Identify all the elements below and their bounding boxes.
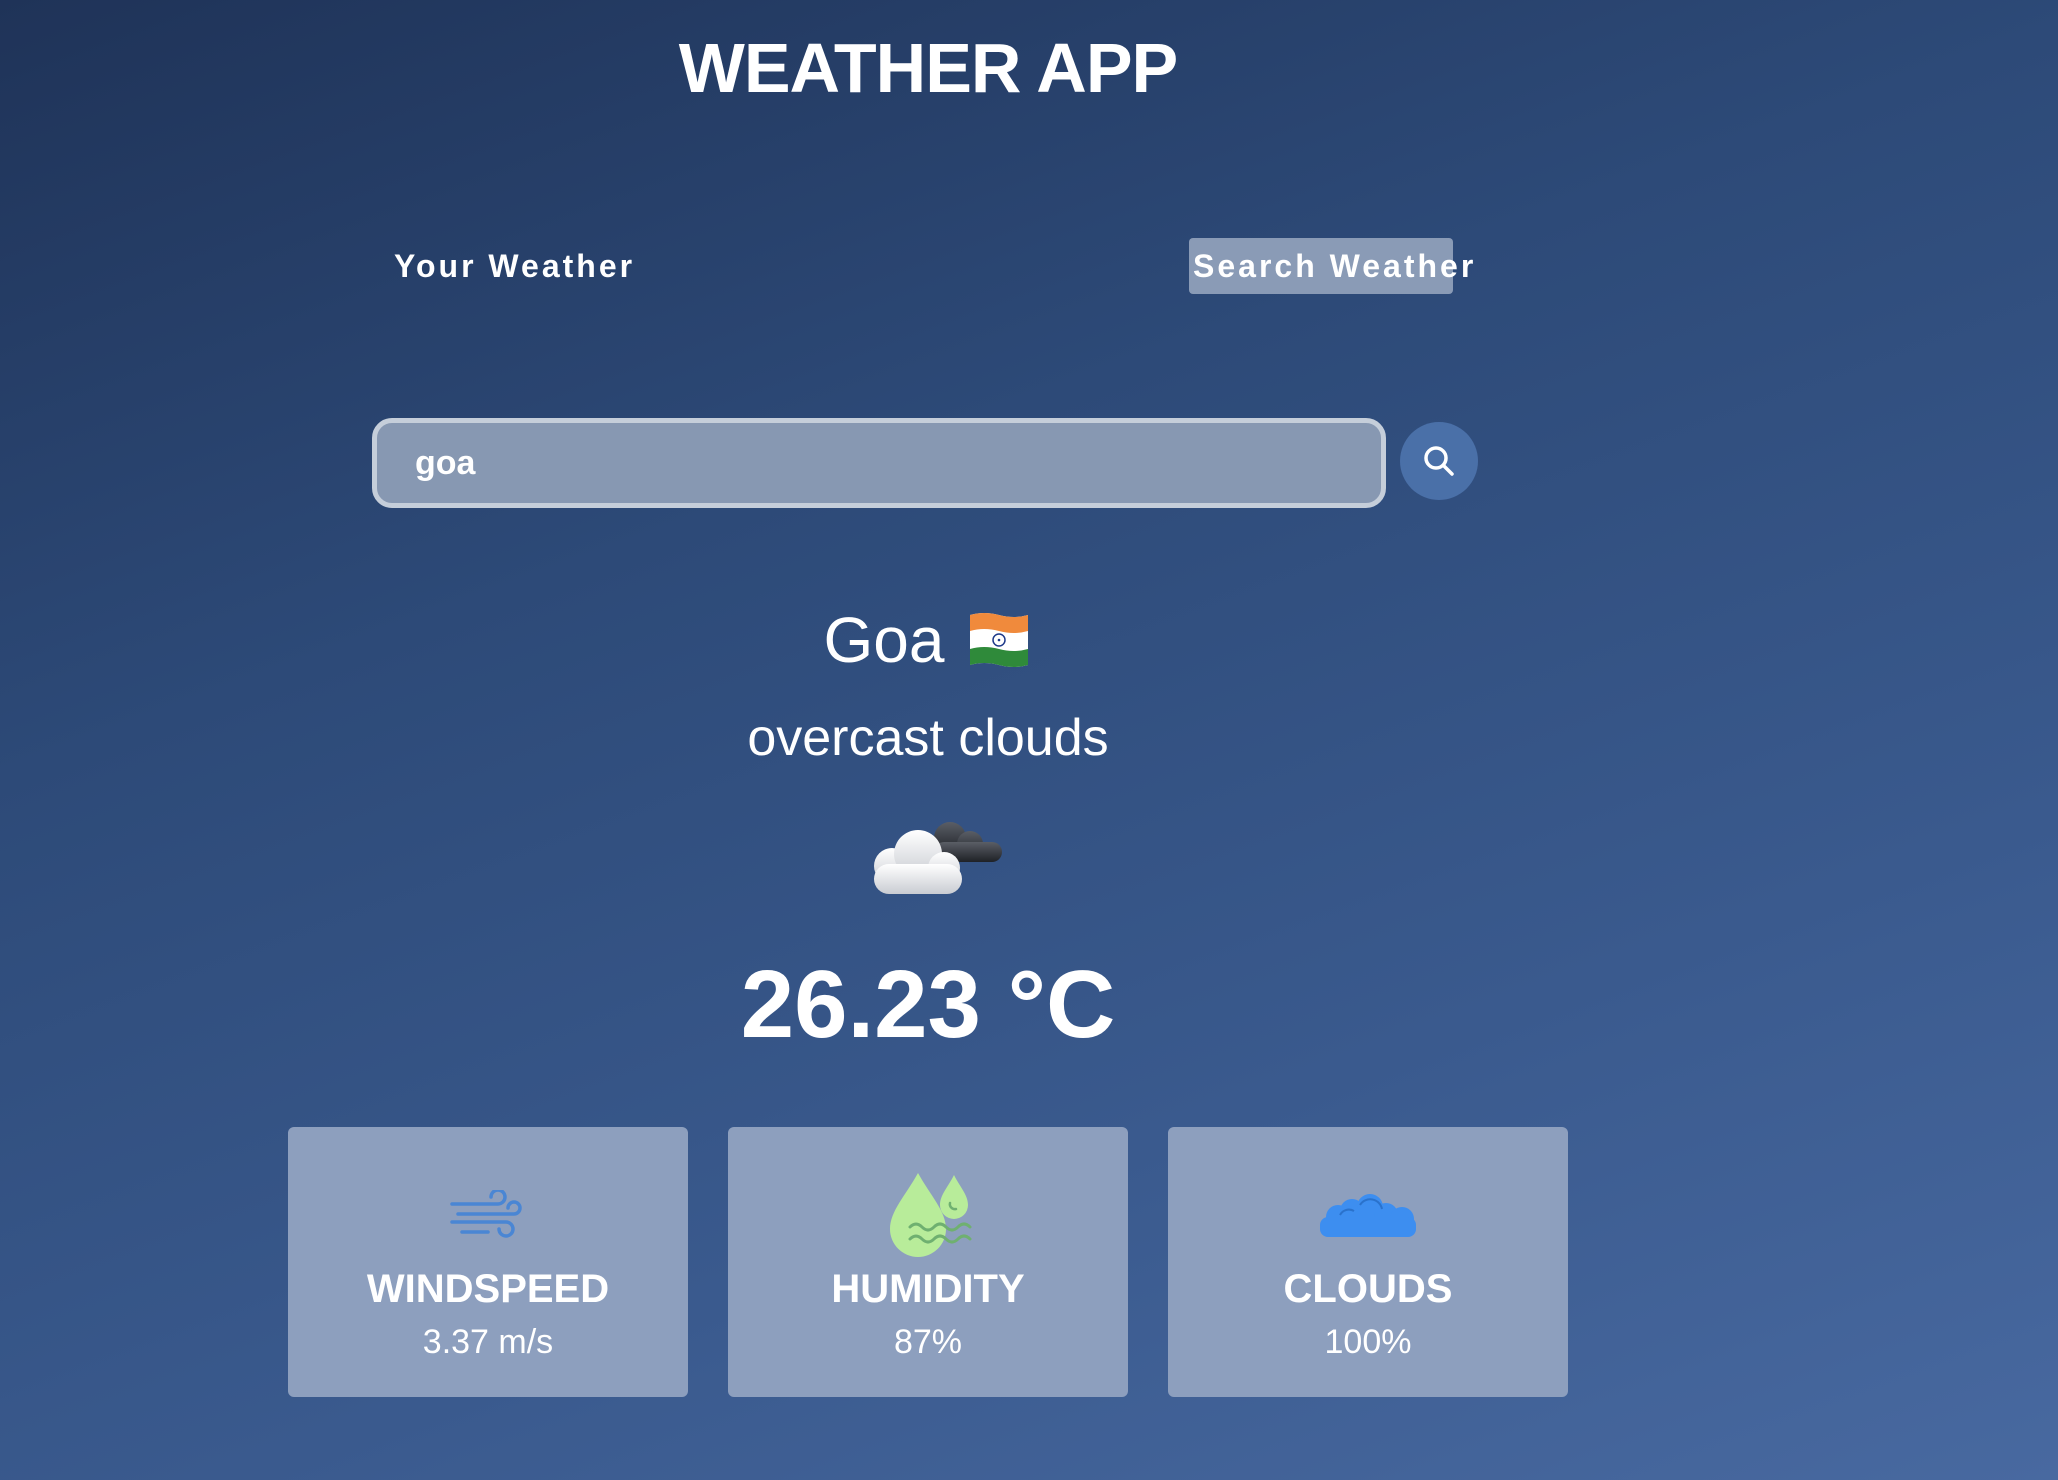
clouds-card: CLOUDS 100% — [1168, 1127, 1568, 1397]
tab-search-weather[interactable]: Search Weather — [1189, 238, 1473, 294]
humidity-icon — [890, 1173, 972, 1257]
windspeed-card: WINDSPEED 3.37 m/s — [288, 1127, 688, 1397]
humidity-card: HUMIDITY 87% — [728, 1127, 1128, 1397]
windspeed-label: WINDSPEED — [366, 1267, 610, 1311]
humidity-label: HUMIDITY — [831, 1267, 1025, 1311]
humidity-value: 87% — [893, 1323, 963, 1361]
search-button[interactable] — [1400, 422, 1478, 500]
temperature-reading: 26.23 °C — [740, 951, 1116, 1058]
app-title: WEATHER APP — [678, 29, 1178, 107]
windspeed-value: 3.37 m/s — [422, 1323, 554, 1361]
tab-your-weather[interactable]: Your Weather — [378, 238, 651, 294]
clouds-value: 100% — [1324, 1323, 1412, 1361]
city-search-input[interactable] — [372, 418, 1386, 508]
location-heading: Goa — [0, 600, 1856, 680]
overcast-clouds-icon — [874, 822, 1002, 894]
india-flag-icon — [970, 613, 1029, 667]
clouds-icon — [1320, 1194, 1416, 1237]
search-icon — [1424, 446, 1454, 476]
city-name: Goa — [823, 604, 945, 676]
wind-icon — [450, 1190, 522, 1238]
clouds-label: CLOUDS — [1283, 1267, 1453, 1311]
weather-description: overcast clouds — [747, 709, 1109, 767]
